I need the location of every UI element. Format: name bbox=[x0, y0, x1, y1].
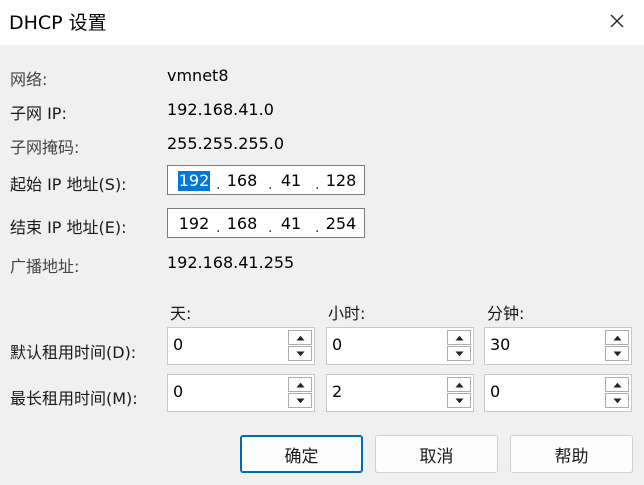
octet-separator: . bbox=[315, 177, 320, 193]
start-ip-octet-2[interactable]: 168 bbox=[224, 171, 260, 191]
end-ip-octet-1[interactable]: 192 bbox=[178, 214, 210, 234]
spin-up-button[interactable] bbox=[288, 377, 312, 392]
default-lease-days-spinner[interactable]: 0 bbox=[167, 327, 315, 365]
spinner-value[interactable]: 0 bbox=[490, 382, 500, 401]
broadcast-label: 广播地址: bbox=[10, 257, 80, 276]
octet-separator: . bbox=[216, 177, 221, 193]
octet-separator: . bbox=[216, 220, 221, 236]
default-lease-label: 默认租用时间(D): bbox=[10, 343, 137, 362]
spin-up-button[interactable] bbox=[605, 330, 629, 345]
help-button[interactable]: 帮助 bbox=[510, 435, 633, 473]
subnet-ip-label: 子网 IP: bbox=[10, 104, 67, 123]
close-icon bbox=[610, 14, 624, 28]
spin-down-button[interactable] bbox=[447, 346, 471, 361]
cancel-button[interactable]: 取消 bbox=[375, 435, 498, 473]
spin-up-button[interactable] bbox=[288, 330, 312, 345]
end-ip-octet-2[interactable]: 168 bbox=[224, 214, 260, 234]
chevron-up-icon bbox=[613, 335, 621, 340]
chevron-up-icon bbox=[455, 382, 463, 387]
max-lease-minutes-spinner[interactable]: 0 bbox=[484, 374, 632, 412]
subnet-mask-label: 子网掩码: bbox=[10, 138, 80, 157]
broadcast-value: 192.168.41.255 bbox=[167, 253, 295, 272]
chevron-down-icon bbox=[455, 351, 463, 356]
spin-down-button[interactable] bbox=[605, 346, 629, 361]
subnet-mask-value: 255.255.255.0 bbox=[167, 134, 285, 153]
end-ip-octet-4[interactable]: 254 bbox=[323, 214, 359, 234]
spin-down-button[interactable] bbox=[288, 346, 312, 361]
chevron-down-icon bbox=[296, 398, 304, 403]
max-lease-days-spinner[interactable]: 0 bbox=[167, 374, 315, 412]
spin-up-button[interactable] bbox=[447, 377, 471, 392]
chevron-down-icon bbox=[613, 351, 621, 356]
title-bar: DHCP 设置 bbox=[0, 0, 644, 45]
spinner-value[interactable]: 2 bbox=[332, 382, 342, 401]
ok-button[interactable]: 确定 bbox=[240, 435, 363, 473]
start-ip-label: 起始 IP 地址(S): bbox=[10, 175, 127, 194]
spin-down-button[interactable] bbox=[605, 393, 629, 408]
default-lease-hours-spinner[interactable]: 0 bbox=[326, 327, 474, 365]
network-value: vmnet8 bbox=[167, 66, 229, 85]
chevron-up-icon bbox=[613, 382, 621, 387]
octet-separator: . bbox=[268, 177, 273, 193]
spinner-value[interactable]: 0 bbox=[332, 335, 342, 354]
chevron-up-icon bbox=[296, 335, 304, 340]
end-ip-octet-3[interactable]: 41 bbox=[274, 214, 308, 234]
network-label: 网络: bbox=[10, 70, 48, 89]
spin-up-button[interactable] bbox=[447, 330, 471, 345]
octet-separator: . bbox=[315, 220, 320, 236]
dialog-body bbox=[0, 45, 644, 485]
chevron-down-icon bbox=[613, 398, 621, 403]
close-button[interactable] bbox=[598, 4, 636, 38]
chevron-down-icon bbox=[455, 398, 463, 403]
end-ip-field[interactable]: 192 . 168 . 41 . 254 bbox=[167, 208, 365, 238]
end-ip-label: 结束 IP 地址(E): bbox=[10, 218, 127, 237]
octet-separator: . bbox=[268, 220, 273, 236]
chevron-down-icon bbox=[296, 351, 304, 356]
spinner-value[interactable]: 0 bbox=[173, 382, 183, 401]
spin-down-button[interactable] bbox=[288, 393, 312, 408]
start-ip-octet-3[interactable]: 41 bbox=[274, 171, 308, 191]
chevron-up-icon bbox=[296, 382, 304, 387]
window-title: DHCP 设置 bbox=[9, 12, 107, 34]
max-lease-label: 最长租用时间(M): bbox=[10, 389, 138, 408]
default-lease-minutes-spinner[interactable]: 30 bbox=[484, 327, 632, 365]
spin-down-button[interactable] bbox=[447, 393, 471, 408]
max-lease-hours-spinner[interactable]: 2 bbox=[326, 374, 474, 412]
spinner-value[interactable]: 30 bbox=[490, 335, 510, 354]
hours-column-label: 小时: bbox=[328, 304, 366, 323]
subnet-ip-value: 192.168.41.0 bbox=[167, 100, 274, 119]
days-column-label: 天: bbox=[170, 304, 192, 323]
chevron-up-icon bbox=[455, 335, 463, 340]
start-ip-octet-4[interactable]: 128 bbox=[323, 171, 359, 191]
spin-up-button[interactable] bbox=[605, 377, 629, 392]
minutes-column-label: 分钟: bbox=[487, 304, 525, 323]
start-ip-octet-1[interactable]: 192 bbox=[178, 171, 210, 191]
spinner-value[interactable]: 0 bbox=[173, 335, 183, 354]
start-ip-field[interactable]: 192 . 168 . 41 . 128 bbox=[167, 165, 365, 195]
